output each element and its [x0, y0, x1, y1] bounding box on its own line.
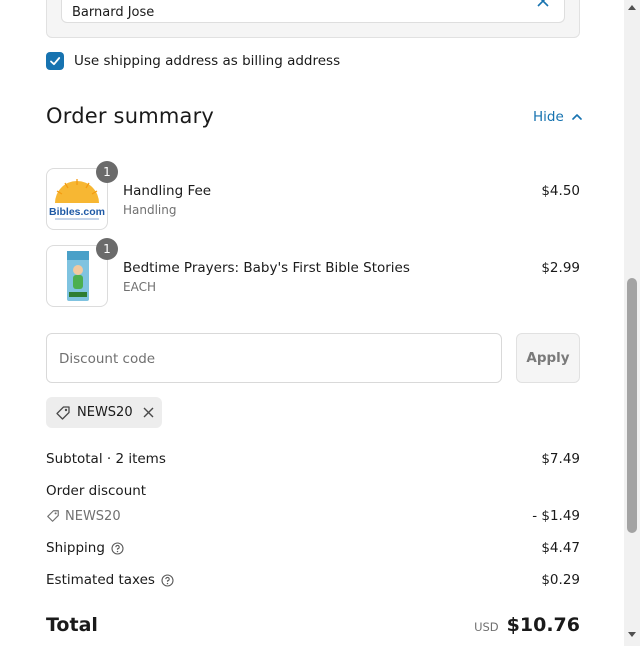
taxes-value: $0.29 — [541, 572, 580, 588]
shipping-label: Shipping — [46, 540, 105, 556]
checkout-page: Barnard Jose Use shipping address as bil… — [0, 0, 624, 646]
item-name: Bedtime Prayers: Baby's First Bible Stor… — [123, 260, 410, 276]
order-discount-label: Order discount — [46, 483, 147, 499]
item-name: Handling Fee — [123, 183, 212, 199]
line-item: Bibles.com 1 Handling Fee Handling $4.50 — [46, 161, 580, 230]
billing-checkbox[interactable] — [46, 52, 64, 70]
total-label: Total — [46, 614, 98, 636]
apply-discount-button[interactable]: Apply — [516, 333, 580, 383]
clear-icon[interactable] — [536, 0, 550, 11]
product-thumbnail: Bibles.com 1 — [46, 161, 118, 230]
order-discount-code-text: NEWS20 — [65, 508, 121, 524]
billing-same-as-shipping: Use shipping address as billing address — [46, 52, 340, 70]
quantity-badge: 1 — [96, 238, 118, 260]
scroll-down-arrow-icon[interactable] — [628, 632, 636, 638]
help-icon[interactable] — [161, 573, 174, 587]
billing-checkbox-label[interactable]: Use shipping address as billing address — [74, 53, 340, 69]
total-value: $10.76 — [506, 614, 580, 636]
shipping-address-card: Barnard Jose — [46, 0, 580, 38]
order-discount-code-row: NEWS20 - $1.49 — [46, 508, 580, 524]
total-currency: USD — [474, 620, 499, 634]
discount-code-input[interactable]: Discount code — [46, 333, 502, 383]
taxes-row: Estimated taxes $0.29 — [46, 572, 580, 588]
total-value-wrap: USD $10.76 — [474, 614, 580, 636]
remove-discount-icon[interactable] — [143, 407, 154, 418]
item-variant: EACH — [123, 280, 156, 294]
applied-discount-code: NEWS20 — [77, 405, 133, 420]
scroll-up-arrow-icon[interactable] — [628, 4, 636, 10]
taxes-label-wrap: Estimated taxes — [46, 572, 174, 588]
order-summary-title: Order summary — [46, 104, 215, 128]
hide-summary-label[interactable]: Hide — [533, 109, 564, 125]
line-item: 1 Bedtime Prayers: Baby's First Bible St… — [46, 238, 580, 307]
item-variant: Handling — [123, 203, 177, 217]
full-name-value: Barnard Jose — [72, 5, 155, 20]
subtotal-value: $7.49 — [541, 451, 580, 467]
applied-discount-chip: NEWS20 — [46, 397, 162, 428]
discount-code-placeholder: Discount code — [59, 351, 156, 367]
scrollbar-thumb[interactable] — [627, 278, 637, 533]
taxes-label: Estimated taxes — [46, 572, 155, 588]
item-price: $2.99 — [541, 260, 580, 276]
help-icon[interactable] — [111, 541, 124, 555]
vertical-scrollbar[interactable] — [624, 0, 640, 646]
order-discount-value: - $1.49 — [532, 508, 580, 524]
chevron-up-icon — [571, 114, 582, 120]
logo-text: Bibles.com — [49, 206, 105, 218]
shipping-row: Shipping $4.47 — [46, 540, 580, 556]
hide-summary-toggle[interactable]: Hide — [533, 109, 582, 125]
item-price: $4.50 — [541, 183, 580, 199]
tag-icon — [47, 510, 59, 522]
total-row: Total USD $10.76 — [46, 614, 580, 636]
product-thumbnail: 1 — [46, 238, 118, 307]
tag-icon — [56, 405, 70, 420]
subtotal-label: Subtotal · 2 items — [46, 451, 166, 467]
full-name-field[interactable]: Barnard Jose — [61, 0, 565, 23]
shipping-value: $4.47 — [541, 540, 580, 556]
shipping-label-wrap: Shipping — [46, 540, 124, 556]
subtotal-row: Subtotal · 2 items $7.49 — [46, 451, 580, 467]
quantity-badge: 1 — [96, 161, 118, 183]
order-discount-row: Order discount — [46, 483, 580, 499]
checkmark-icon — [50, 57, 61, 66]
order-discount-code: NEWS20 — [46, 509, 121, 524]
